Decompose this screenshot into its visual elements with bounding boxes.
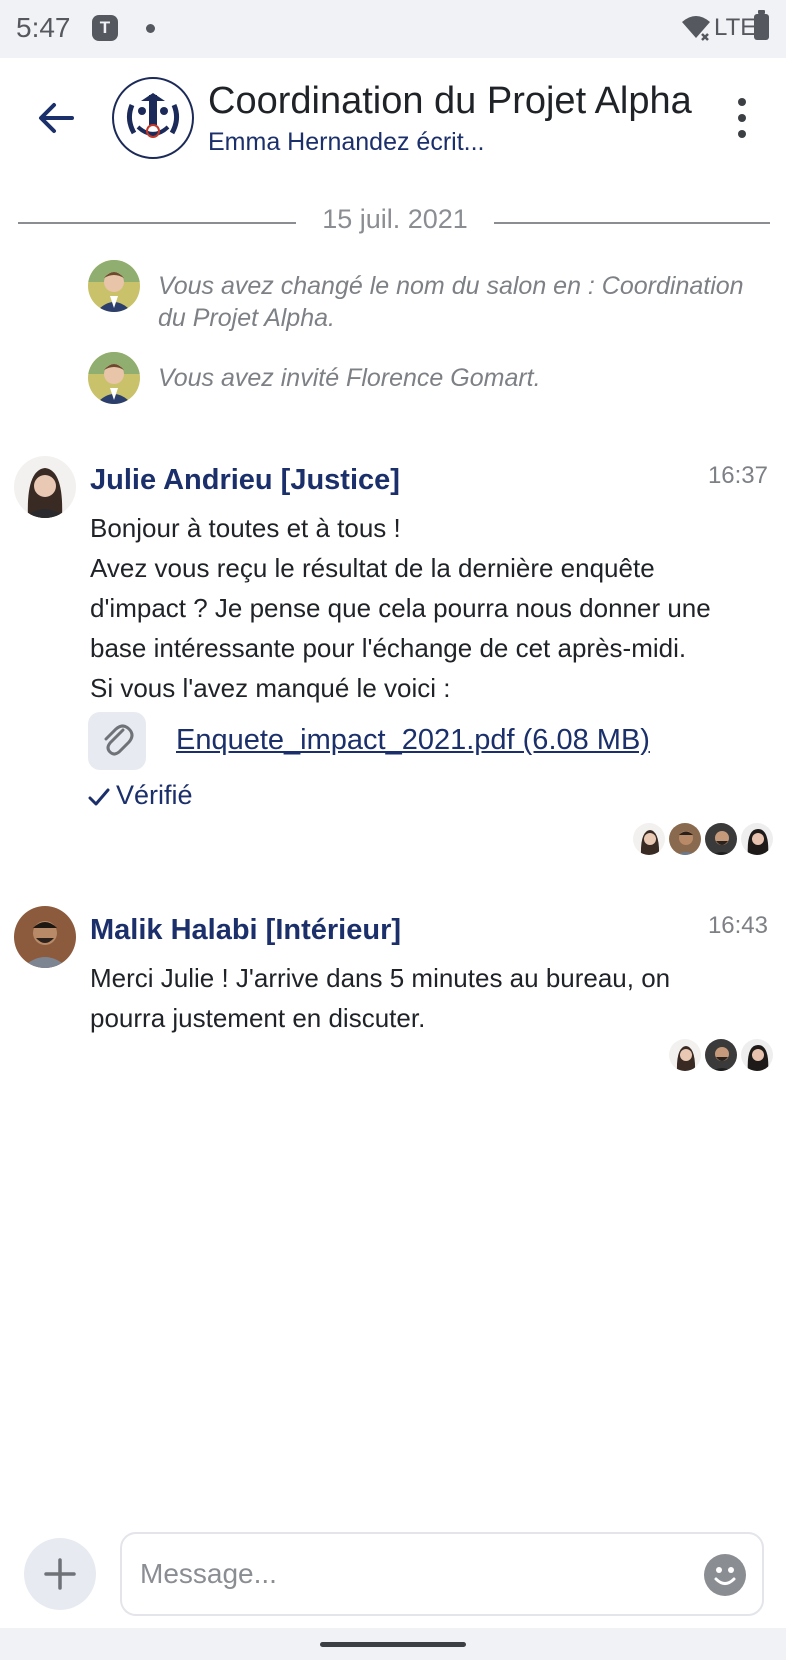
event-text: Vous avez invité Florence Gomart.: [158, 364, 541, 392]
verified-status: Vérifié: [88, 780, 193, 811]
divider: [494, 222, 770, 224]
more-options-button[interactable]: [730, 98, 754, 138]
sender-name[interactable]: Malik Halabi [Intérieur]: [90, 914, 401, 947]
message-body: Merci Julie ! J'arrive dans 5 minutes au…: [90, 958, 750, 1038]
status-time: 5:47: [16, 12, 71, 43]
room-emblem-icon: [123, 88, 183, 148]
message-body: Bonjour à toutes et à tous ! Avez vous r…: [90, 508, 750, 708]
receipt-avatar: [704, 1038, 738, 1072]
app-notification-icon: T: [92, 15, 118, 41]
message-line: Si vous l'avez manqué le voici :: [90, 673, 451, 703]
battery-icon: [754, 10, 769, 40]
receipt-avatar: [740, 1038, 774, 1072]
back-button[interactable]: [34, 96, 78, 140]
room-title[interactable]: Coordination du Projet Alpha: [208, 80, 692, 123]
notification-dot-icon: [146, 24, 155, 33]
sender-avatar[interactable]: [14, 906, 76, 968]
receipt-avatar: [668, 822, 702, 856]
message-input[interactable]: [120, 1532, 764, 1616]
plus-icon: [44, 1558, 76, 1590]
check-icon: [88, 788, 110, 806]
receipt-avatar: [704, 822, 738, 856]
sender-name[interactable]: Julie Andrieu [Justice]: [90, 464, 400, 497]
receipt-avatar: [632, 822, 666, 856]
typing-indicator: Emma Hernandez écrit...: [208, 128, 485, 156]
avatar[interactable]: [88, 260, 140, 312]
event-text: Vous avez changé le nom du salon en : Co…: [158, 272, 744, 332]
file-attachment[interactable]: Enquete_impact_2021.pdf (6.08 MB): [88, 712, 708, 772]
message-item[interactable]: Julie Andrieu [Justice] 16:37 Bonjour à …: [14, 456, 774, 856]
read-receipts[interactable]: [668, 1038, 774, 1072]
verified-label: Vérifié: [116, 780, 193, 810]
message-line: Merci Julie ! J'arrive dans 5 minutes au…: [90, 963, 671, 1033]
room-header: Coordination du Projet Alpha Emma Hernan…: [0, 58, 786, 178]
message-composer: [0, 1520, 786, 1620]
receipt-avatar: [740, 822, 774, 856]
read-receipts[interactable]: [632, 822, 774, 856]
room-avatar[interactable]: [112, 77, 194, 159]
sender-avatar[interactable]: [14, 456, 76, 518]
receipt-avatar: [668, 1038, 702, 1072]
message-line: Avez vous reçu le résultat de la dernièr…: [90, 553, 711, 663]
message-line: Bonjour à toutes et à tous !: [90, 513, 401, 543]
wifi-icon: [682, 16, 710, 41]
home-gesture-handle[interactable]: [320, 1642, 466, 1647]
message-time: 16:37: [707, 462, 768, 489]
attachment-link[interactable]: Enquete_impact_2021.pdf (6.08 MB): [176, 724, 650, 757]
add-attachment-button[interactable]: [24, 1538, 96, 1610]
paperclip-icon[interactable]: [88, 712, 146, 770]
message-time: 16:43: [707, 912, 768, 939]
emoji-button[interactable]: [704, 1554, 746, 1596]
divider: [18, 222, 296, 224]
system-nav-bar: [0, 1628, 786, 1660]
date-separator: 15 juil. 2021: [18, 204, 770, 240]
status-bar: 5:47 T LTE: [0, 0, 786, 58]
emoji-icon: [714, 1567, 736, 1585]
avatar[interactable]: [88, 352, 140, 404]
date-label: 15 juil. 2021: [322, 204, 468, 234]
network-type: LTE: [714, 14, 757, 41]
message-item[interactable]: Malik Halabi [Intérieur] 16:43 Merci Jul…: [14, 906, 774, 1076]
